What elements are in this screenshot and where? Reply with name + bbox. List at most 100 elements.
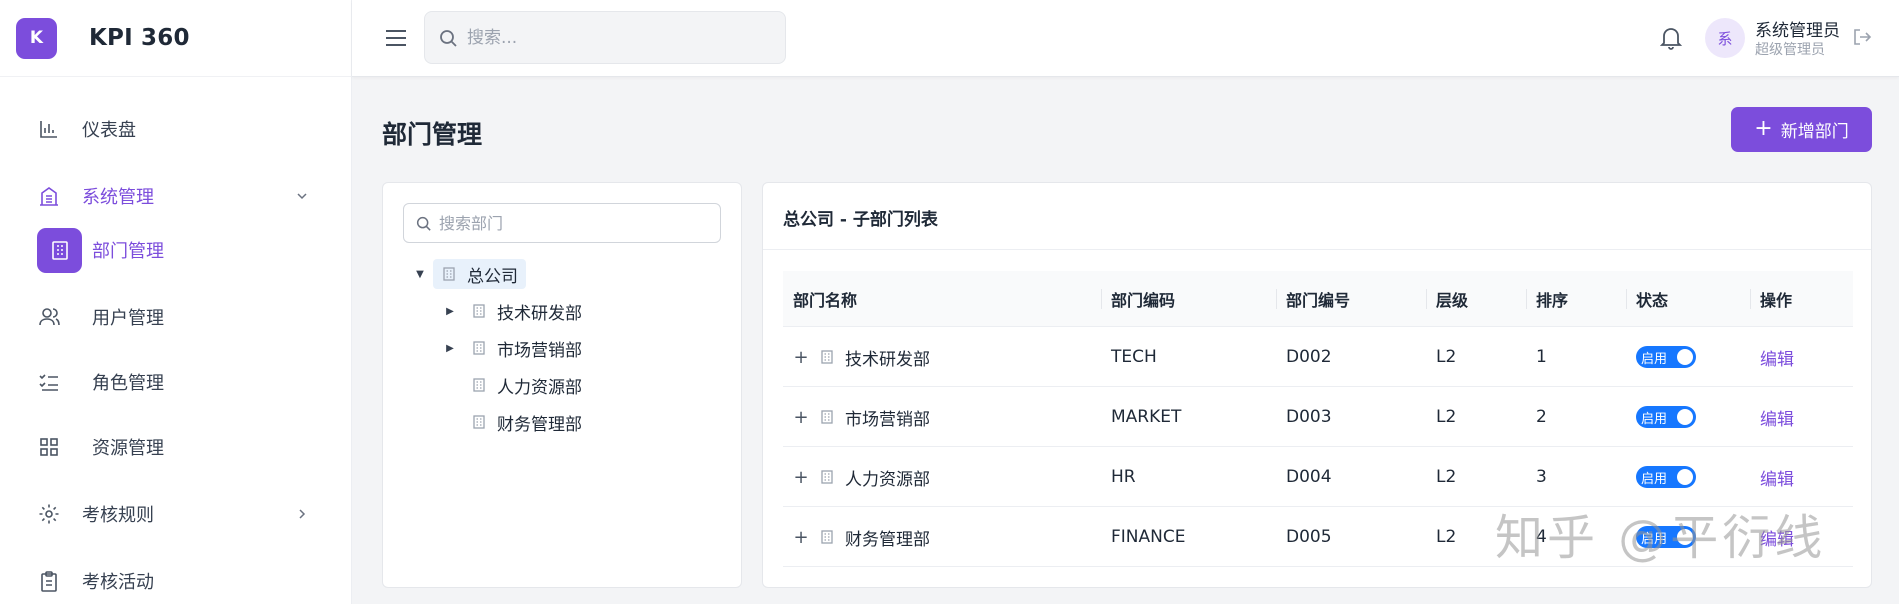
department-tree-panel: ▼ 总公司 ▶ 技术研发部 ▶ 市场营销部 xyxy=(382,182,742,588)
chevron-down-icon xyxy=(294,188,310,204)
tree-search[interactable] xyxy=(403,203,721,243)
plus-icon: + xyxy=(1754,115,1773,141)
edit-link[interactable]: 编辑 xyxy=(1760,345,1794,370)
status-toggle[interactable]: 启用 xyxy=(1636,406,1696,428)
search-icon xyxy=(416,216,431,231)
department-order: 4 xyxy=(1536,527,1547,547)
table-row: + 市场营销部 MARKET D003 L2 2 启用 编辑 xyxy=(783,387,1853,447)
table-row: + 财务管理部 FINANCE D005 L2 4 启用 编辑 xyxy=(783,507,1853,567)
tree-node-label: 人力资源部 xyxy=(497,377,582,398)
expand-icon[interactable]: + xyxy=(793,467,809,488)
sidebar: K KPI 360 仪表盘 系统管理 部门管理 用户管理 角色管理 资源管理 考… xyxy=(0,0,352,604)
department-number: D004 xyxy=(1286,467,1332,487)
sidebar-item-departments[interactable]: 部门管理 xyxy=(0,219,352,281)
bell-icon[interactable] xyxy=(1658,24,1684,52)
tree-node[interactable]: ▶ 市场营销部 xyxy=(443,333,590,363)
menu-toggle-icon[interactable] xyxy=(382,24,410,52)
department-level: L2 xyxy=(1436,527,1457,547)
gear-icon xyxy=(37,502,61,526)
department-name: 市场营销部 xyxy=(845,409,930,430)
sidebar-item-label: 资源管理 xyxy=(92,438,164,459)
column-header: 部门编码 xyxy=(1101,271,1175,327)
department-name: 技术研发部 xyxy=(845,349,930,370)
department-code: MARKET xyxy=(1111,407,1182,427)
tree-node[interactable]: 财务管理部 xyxy=(443,407,590,437)
department-code: TECH xyxy=(1111,347,1157,367)
department-order: 1 xyxy=(1536,347,1547,367)
sidebar-item-label: 考核活动 xyxy=(82,572,154,593)
sidebar-item-label: 部门管理 xyxy=(92,241,164,262)
sidebar-item-label: 用户管理 xyxy=(92,308,164,329)
status-toggle[interactable]: 启用 xyxy=(1636,526,1696,548)
department-level: L2 xyxy=(1436,467,1457,487)
sidebar-item-label: 仪表盘 xyxy=(82,120,136,141)
status-toggle[interactable]: 启用 xyxy=(1636,466,1696,488)
caret-right-icon[interactable]: ▶ xyxy=(443,306,457,317)
column-header: 排序 xyxy=(1526,271,1568,327)
user-name: 系统管理员 xyxy=(1755,21,1840,41)
tree-search-input[interactable] xyxy=(439,213,709,233)
edit-link[interactable]: 编辑 xyxy=(1760,465,1794,490)
building-icon xyxy=(441,265,459,283)
chevron-right-icon xyxy=(294,506,310,522)
sidebar-item-roles[interactable]: 角色管理 xyxy=(0,351,352,413)
tree-node-label: 市场营销部 xyxy=(497,340,582,361)
column-header: 操作 xyxy=(1750,271,1792,327)
building-icon xyxy=(471,413,489,431)
table-header: 部门名称 部门编码 部门编号 层级 排序 状态 操作 xyxy=(783,271,1853,327)
sidebar-item-dashboard[interactable]: 仪表盘 xyxy=(0,107,352,151)
column-header: 层级 xyxy=(1426,271,1468,327)
department-level: L2 xyxy=(1436,347,1457,367)
avatar[interactable]: 系 xyxy=(1705,18,1745,58)
add-department-label: 新增部门 xyxy=(1780,122,1849,142)
global-search[interactable] xyxy=(424,11,786,64)
grid-icon xyxy=(37,435,61,459)
brand: K KPI 360 xyxy=(0,0,351,77)
department-order: 3 xyxy=(1536,467,1547,487)
brand-name: KPI 360 xyxy=(89,25,190,51)
building-icon xyxy=(471,339,489,357)
caret-right-icon[interactable]: ▶ xyxy=(443,343,457,354)
tree-node-root[interactable]: ▼ 总公司 xyxy=(413,259,526,289)
column-header: 部门编号 xyxy=(1276,271,1350,327)
expand-icon[interactable]: + xyxy=(793,407,809,428)
sidebar-item-activities[interactable]: 考核活动 xyxy=(0,550,352,604)
building-icon xyxy=(819,528,837,546)
sidebar-item-label: 系统管理 xyxy=(82,187,154,208)
sidebar-item-resources[interactable]: 资源管理 xyxy=(0,416,352,478)
logout-icon[interactable] xyxy=(1852,27,1872,47)
column-header: 部门名称 xyxy=(793,291,858,310)
status-toggle[interactable]: 启用 xyxy=(1636,346,1696,368)
column-header: 状态 xyxy=(1626,271,1668,327)
department-number: D005 xyxy=(1286,527,1332,547)
clipboard-icon xyxy=(37,569,61,593)
department-number: D003 xyxy=(1286,407,1332,427)
building-icon xyxy=(819,408,837,426)
tree-node[interactable]: 人力资源部 xyxy=(443,370,590,400)
edit-link[interactable]: 编辑 xyxy=(1760,525,1794,550)
tree-node-label: 总公司 xyxy=(467,266,518,287)
topbar: 系 系统管理员 超级管理员 xyxy=(352,0,1899,77)
global-search-input[interactable] xyxy=(467,27,767,48)
office-icon xyxy=(37,227,82,273)
caret-down-icon[interactable]: ▼ xyxy=(413,269,427,280)
table-row: + 技术研发部 TECH D002 L2 1 启用 编辑 xyxy=(783,327,1853,387)
table-row: + 人力资源部 HR D004 L2 3 启用 编辑 xyxy=(783,447,1853,507)
department-number: D002 xyxy=(1286,347,1332,367)
building-icon xyxy=(471,302,489,320)
department-name: 财务管理部 xyxy=(845,529,930,550)
expand-icon[interactable]: + xyxy=(793,527,809,548)
divider xyxy=(763,249,1871,250)
department-code: HR xyxy=(1111,467,1136,487)
edit-link[interactable]: 编辑 xyxy=(1760,405,1794,430)
sidebar-item-users[interactable]: 用户管理 xyxy=(0,286,352,348)
sidebar-item-rules[interactable]: 考核规则 xyxy=(0,483,352,545)
add-department-button[interactable]: + 新增部门 xyxy=(1731,107,1872,152)
users-icon xyxy=(37,305,61,329)
panel-title: 总公司 - 子部门列表 xyxy=(783,210,938,230)
sidebar-item-label: 角色管理 xyxy=(92,373,164,394)
tree-node-label: 财务管理部 xyxy=(497,414,582,435)
tree-node[interactable]: ▶ 技术研发部 xyxy=(443,296,590,326)
expand-icon[interactable]: + xyxy=(793,347,809,368)
sidebar-item-system[interactable]: 系统管理 xyxy=(0,174,352,218)
